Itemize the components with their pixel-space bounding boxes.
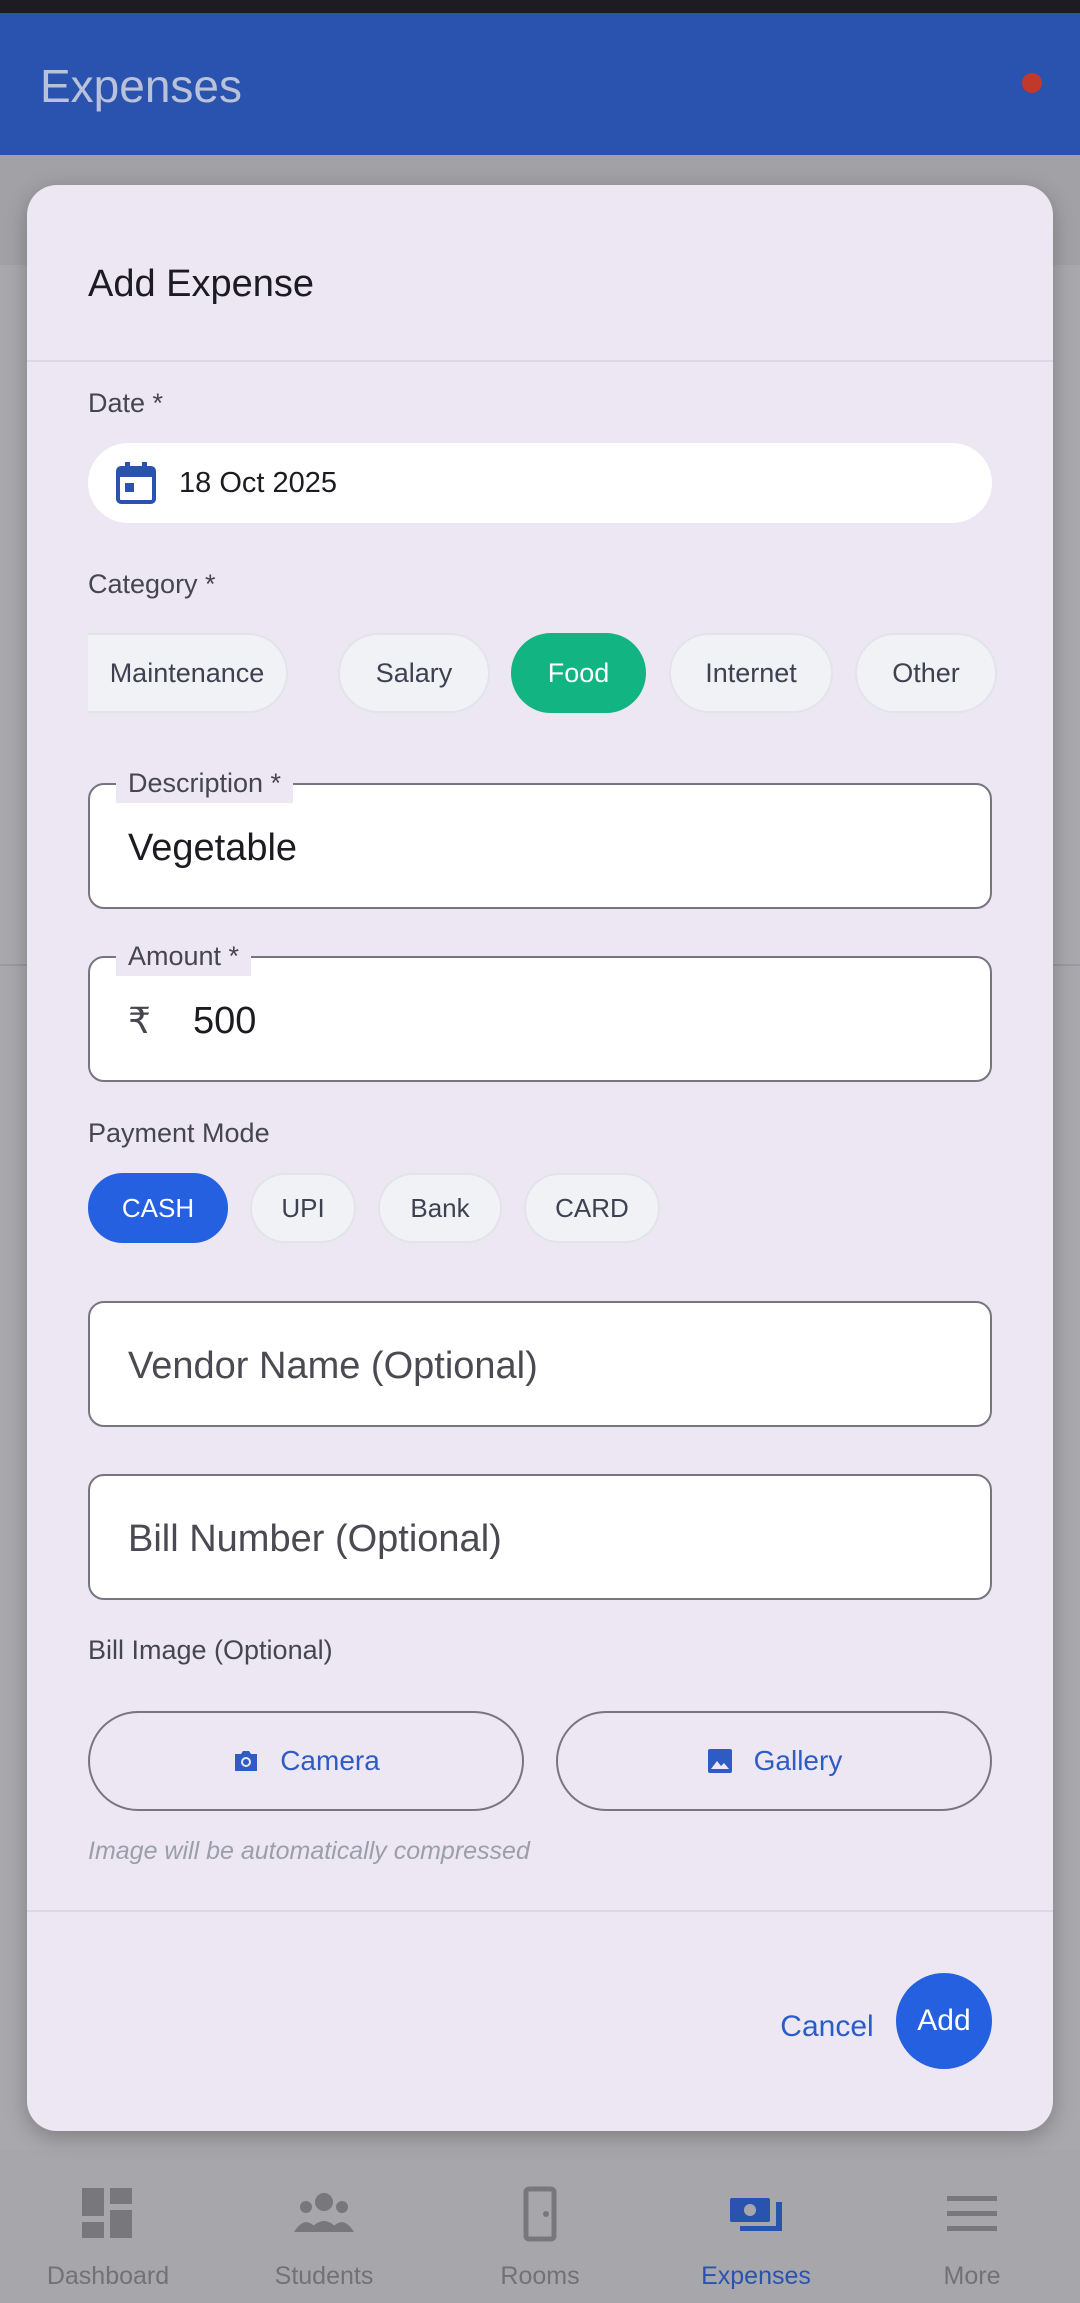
vendor-name-placeholder: Vendor Name (Optional) [128, 1345, 538, 1387]
payment-mode-chip-group: CASH UPI Bank CARD [88, 1173, 1008, 1243]
bill-image-label: Bill Image (Optional) [88, 1635, 333, 1665]
dashboard-icon [82, 2188, 132, 2238]
description-value: Vegetable [128, 827, 298, 869]
door-icon [523, 2186, 557, 2242]
nav-item-rooms[interactable]: Rooms [432, 2150, 648, 2303]
description-field[interactable]: Description * Vegetable [88, 763, 992, 909]
chip-bank[interactable]: Bank [378, 1173, 502, 1243]
bottom-navigation: Dashboard Students Rooms Expenses More [0, 2150, 1080, 2303]
gallery-button-label: Gallery [753, 1745, 843, 1776]
chip-card[interactable]: CARD [524, 1173, 660, 1243]
amount-value: 500 [193, 1000, 257, 1042]
bill-number-input[interactable]: Bill Number (Optional) [88, 1474, 992, 1600]
calendar-icon [116, 462, 156, 504]
date-picker-field[interactable]: 18 Oct 2025 [88, 443, 992, 523]
chip-salary[interactable]: Salary [338, 633, 490, 713]
chip-internet[interactable]: Internet [669, 633, 833, 713]
date-value: 18 Oct 2025 [179, 467, 337, 499]
cancel-button[interactable]: Cancel [762, 1997, 892, 2057]
payment-mode-label: Payment Mode [88, 1118, 270, 1148]
chip-maintenance[interactable]: Maintenance [88, 633, 288, 713]
amount-field[interactable]: Amount * ₹ 500 [88, 936, 992, 1082]
add-button[interactable]: Add [896, 1973, 992, 2069]
status-bar [0, 0, 1080, 13]
description-label: Description * [116, 763, 294, 803]
chip-other[interactable]: Other [855, 633, 997, 713]
app-bar: Expenses [0, 13, 1080, 155]
nav-label: Dashboard [46, 2262, 170, 2290]
dialog-footer-divider [27, 1910, 1053, 1912]
nav-label: Expenses [701, 2262, 811, 2290]
page-title: Expenses [40, 60, 243, 112]
notification-indicator [1022, 73, 1042, 93]
amount-label: Amount * [116, 936, 252, 976]
rupee-icon: ₹ [128, 1000, 151, 1041]
nav-item-more[interactable]: More [864, 2150, 1080, 2303]
money-icon [730, 2198, 782, 2231]
compression-hint: Image will be automatically compressed [88, 1837, 530, 1865]
nav-label: Students [274, 2262, 374, 2290]
nav-item-dashboard[interactable]: Dashboard [0, 2150, 216, 2303]
menu-icon [947, 2196, 997, 2231]
nav-label: Rooms [500, 2262, 580, 2290]
dialog-title: Add Expense [88, 263, 315, 305]
chip-food[interactable]: Food [511, 633, 646, 713]
camera-icon [235, 1751, 258, 1771]
people-icon [294, 2193, 354, 2232]
camera-button[interactable]: Camera [88, 1711, 524, 1811]
vendor-name-input[interactable]: Vendor Name (Optional) [88, 1301, 992, 1427]
nav-item-students[interactable]: Students [216, 2150, 432, 2303]
date-label: Date * [88, 388, 164, 418]
category-chip-group: Maintenance Salary Food Internet Other [88, 633, 1008, 713]
nav-item-expenses[interactable]: Expenses [648, 2150, 864, 2303]
dialog-header-divider [27, 360, 1053, 362]
add-expense-dialog: Add Expense Date * 18 Oct 2025 Category … [27, 185, 1053, 2131]
gallery-button[interactable]: Gallery [556, 1711, 992, 1811]
bill-number-placeholder: Bill Number (Optional) [128, 1518, 502, 1560]
image-icon [707, 1749, 732, 1773]
chip-upi[interactable]: UPI [250, 1173, 356, 1243]
camera-button-label: Camera [280, 1745, 380, 1776]
nav-label: More [943, 2262, 1001, 2290]
category-label: Category * [88, 569, 216, 599]
chip-cash[interactable]: CASH [88, 1173, 228, 1243]
